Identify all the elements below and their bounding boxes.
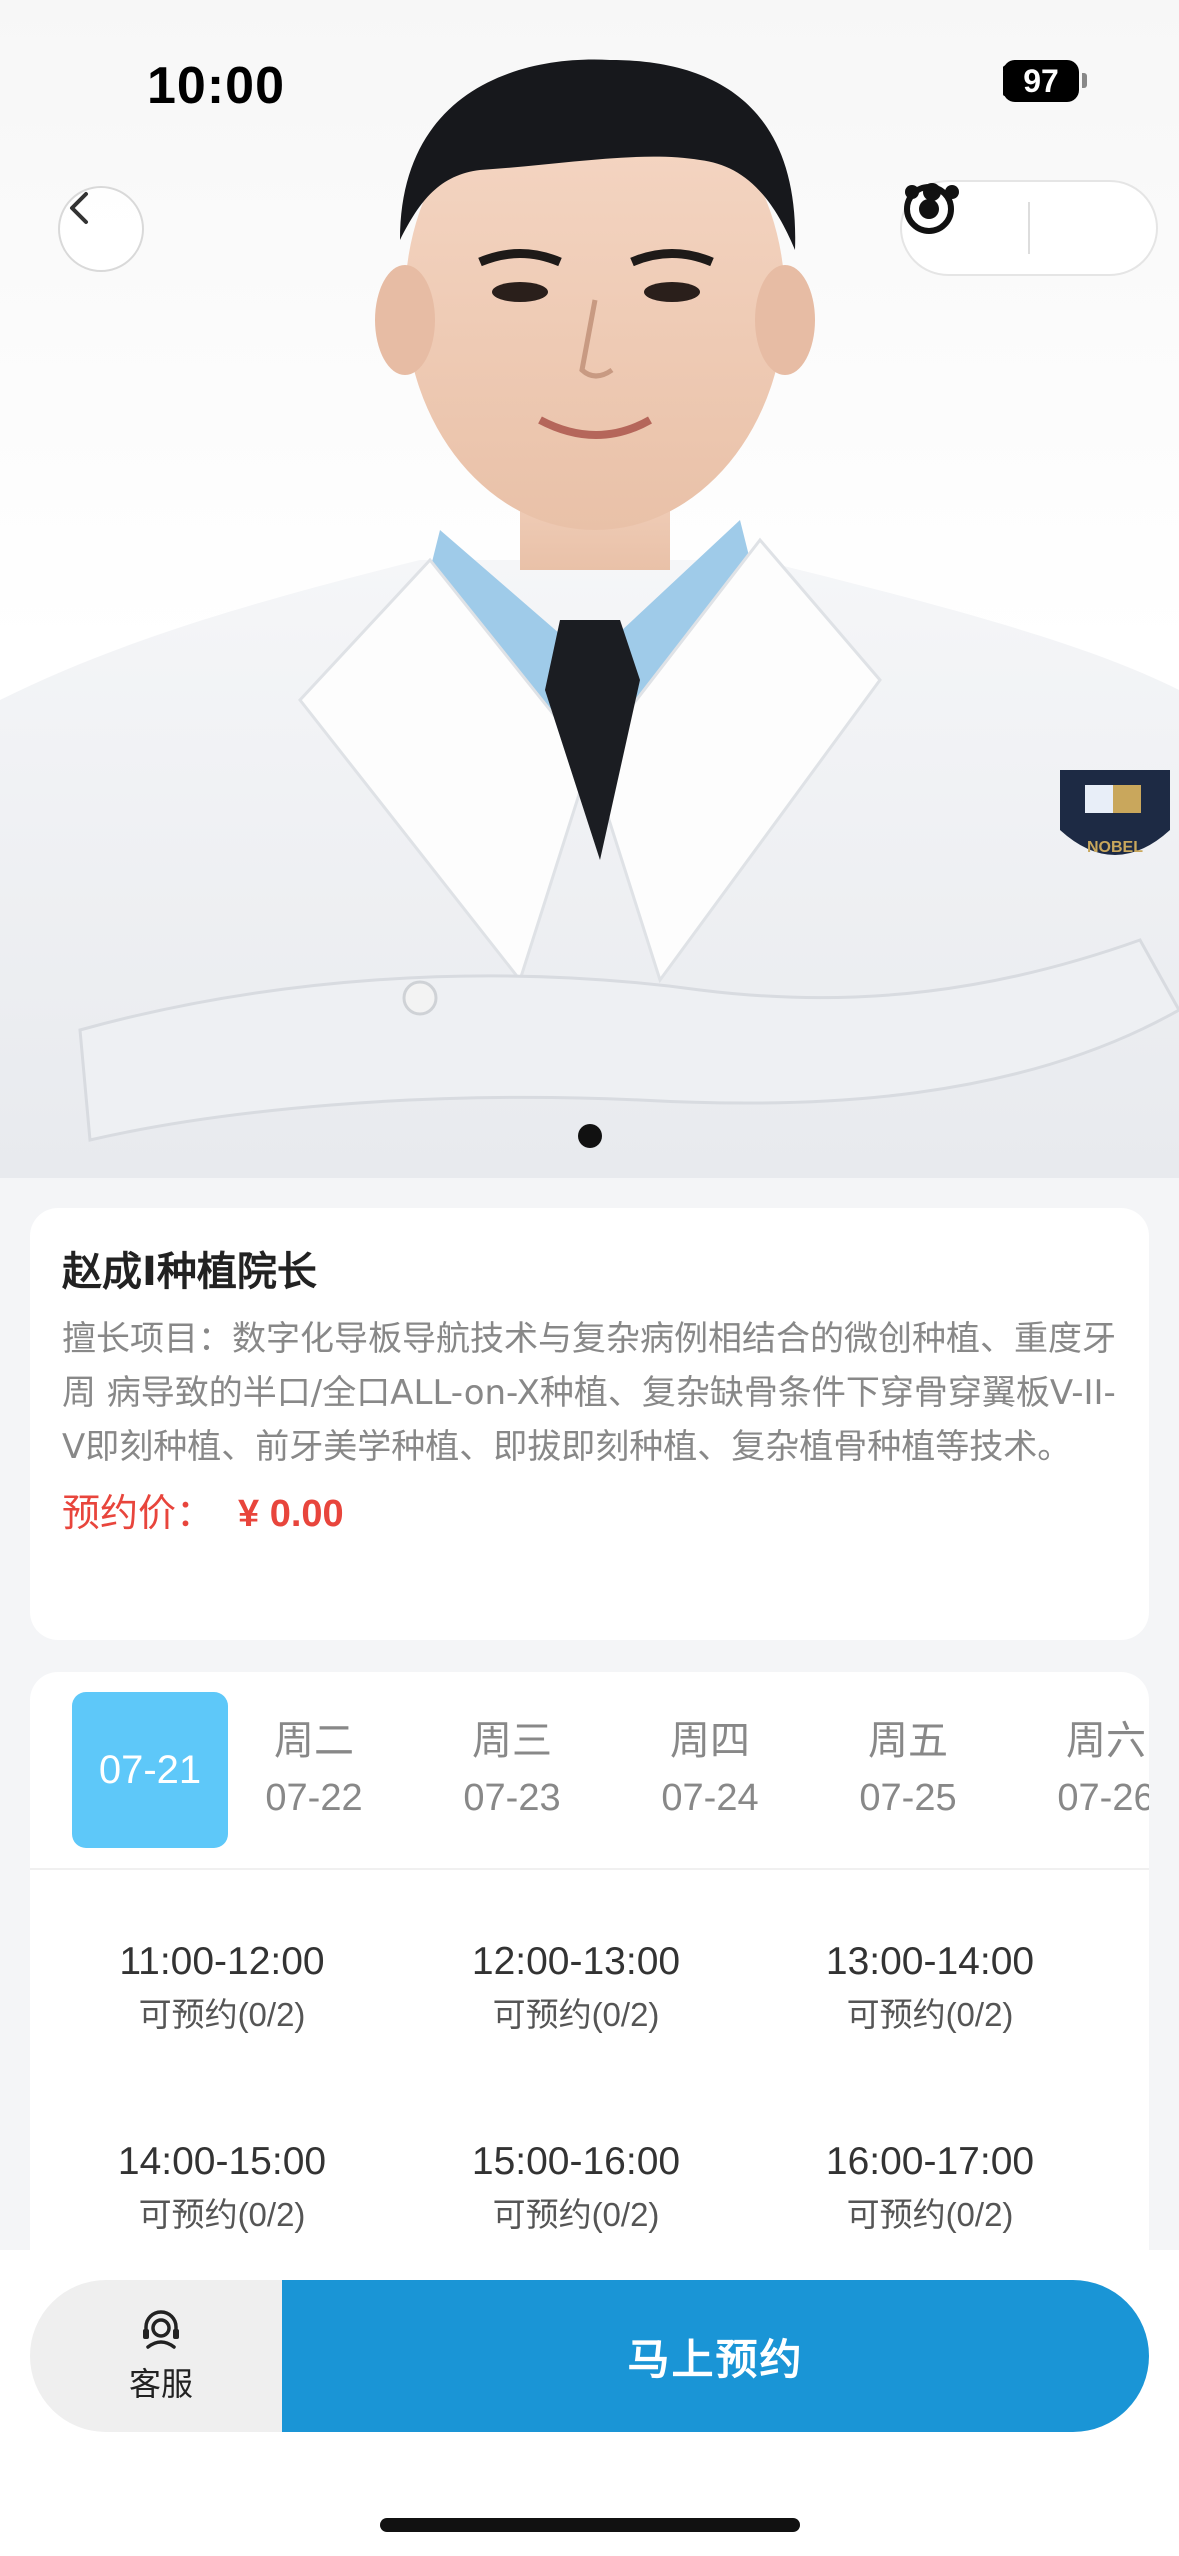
status-time: 10:00: [147, 57, 285, 115]
status-icons: 97: [1003, 60, 1087, 102]
slot-availability: 可预约(0/2): [492, 1996, 660, 2033]
doctor-name: 赵成I种植院长: [62, 1249, 317, 1295]
headset-icon: [143, 2310, 179, 2349]
date-tab-date: 07-24: [661, 1777, 759, 1819]
doctor-specialty: 擅长项目：数字化导板导航技术与复杂病例相结合的微创种植、重度牙周 病导致的半口/…: [62, 1319, 1116, 1467]
date-tab-weekday: 周二: [274, 1719, 354, 1763]
date-selector[interactable]: 07-21 周二 07-22 周三 07-23 周四 07-24 周五 07-2…: [30, 1672, 1149, 1870]
date-tab-07-25[interactable]: 周五 07-25: [830, 1692, 986, 1848]
doctor-info-card: 赵成I种植院长 擅长项目：数字化导板导航技术与复杂病例相结合的微创种植、重度牙周…: [30, 1208, 1149, 1640]
price-label: 预约价：: [62, 1491, 215, 1535]
date-tab-weekday: 周三: [472, 1719, 552, 1763]
slot-availability: 可预约(0/2): [846, 2196, 1014, 2233]
home-indicator: [380, 2518, 800, 2532]
doctor-photo-banner: NOBEL 10:00 97: [0, 0, 1179, 1178]
battery-indicator: 97: [1003, 60, 1087, 102]
slot-time: 16:00-17:00: [825, 2140, 1035, 2183]
date-tab-date: 07-25: [859, 1777, 957, 1819]
slot-time: 11:00-12:00: [119, 1940, 325, 1983]
miniprogram-capsule: [900, 180, 1158, 276]
slot-availability: 可预约(0/2): [138, 1996, 306, 2033]
date-tab-07-21[interactable]: 07-21: [72, 1692, 228, 1848]
date-tab-07-22[interactable]: 周二 07-22: [236, 1692, 392, 1848]
slot-time: 12:00-13:00: [471, 1940, 681, 1983]
slot-time: 15:00-16:00: [471, 2140, 681, 2183]
time-slot[interactable]: 14:00-15:00 可预约(0/2): [72, 2134, 372, 2240]
time-slot[interactable]: 12:00-13:00 可预约(0/2): [426, 1934, 726, 2040]
price-row: 预约价： ¥ 0.00: [62, 1482, 1117, 1537]
time-slot[interactable]: 13:00-14:00 可预约(0/2): [780, 1934, 1080, 2040]
customer-service-label: 客服: [128, 2365, 193, 2403]
time-slot[interactable]: 15:00-16:00 可预约(0/2): [426, 2134, 726, 2240]
slot-availability: 可预约(0/2): [846, 1996, 1014, 2033]
date-tab-date: 07-21: [98, 1748, 202, 1792]
date-tab-weekday: 周六: [1066, 1719, 1146, 1763]
slot-time: 14:00-15:00: [117, 2140, 327, 2183]
back-button[interactable]: [58, 186, 144, 272]
date-tab-date: 07-22: [265, 1777, 363, 1819]
doctor-portrait-illustration: NOBEL: [0, 59, 1179, 1178]
price-value: ¥ 0.00: [238, 1493, 344, 1535]
svg-text:NOBEL: NOBEL: [1087, 839, 1143, 856]
date-tab-date: 07-23: [463, 1777, 561, 1819]
date-tab-07-23[interactable]: 周三 07-23: [434, 1692, 590, 1848]
bottom-action-bar: 客服 马上预约: [0, 2250, 1179, 2556]
date-tab-weekday: 周五: [868, 1719, 948, 1763]
carousel-dot-active[interactable]: [578, 1124, 602, 1148]
slot-time: 13:00-14:00: [825, 1940, 1035, 1983]
close-miniprogram-button[interactable]: [904, 182, 1156, 274]
time-slot[interactable]: 11:00-12:00 可预约(0/2): [72, 1934, 372, 2040]
chevron-left-icon: [70, 192, 88, 224]
date-tab-07-24[interactable]: 周四 07-24: [632, 1692, 788, 1848]
slot-availability: 可预约(0/2): [492, 2196, 660, 2233]
date-tab-date: 07-26: [1057, 1777, 1149, 1819]
date-tab-07-26[interactable]: 周六 07-26: [1028, 1692, 1149, 1848]
book-now-button[interactable]: 马上预约: [282, 2280, 1149, 2432]
target-icon: [904, 184, 954, 234]
customer-service-button[interactable]: 客服: [30, 2280, 292, 2432]
time-slot[interactable]: 16:00-17:00 可预约(0/2): [780, 2134, 1080, 2240]
slot-availability: 可预约(0/2): [138, 2196, 306, 2233]
date-tab-weekday: 周四: [670, 1719, 750, 1763]
